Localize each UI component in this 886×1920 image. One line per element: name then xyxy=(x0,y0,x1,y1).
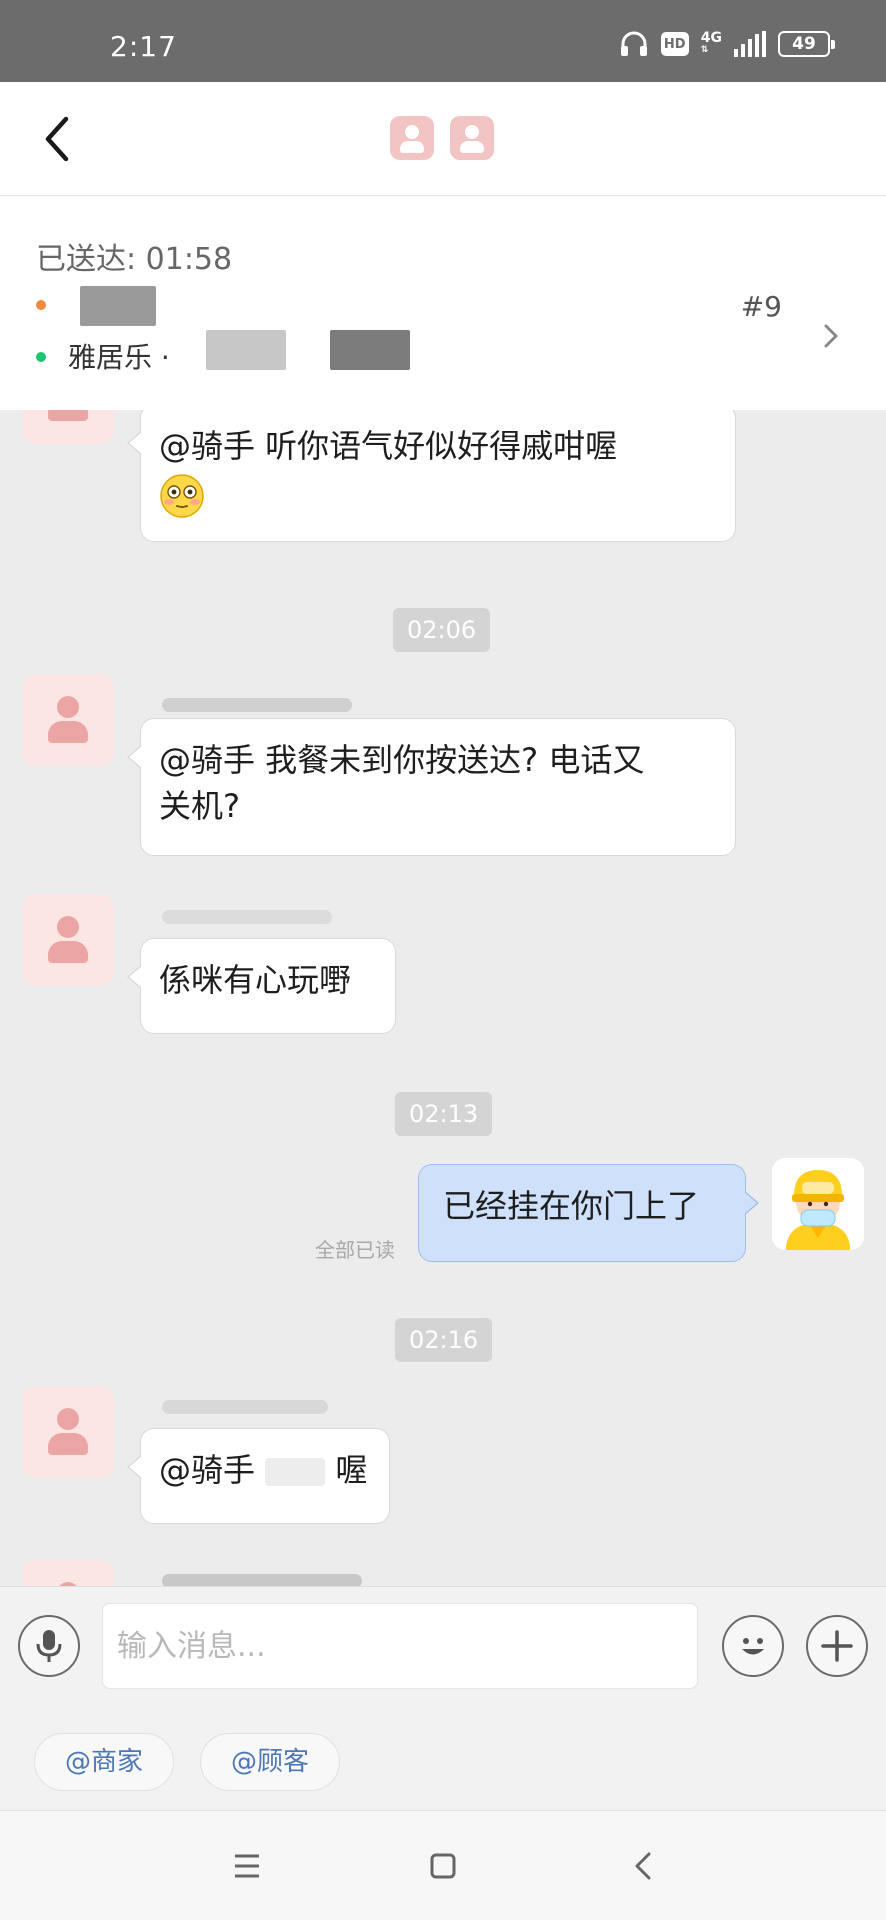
message-bubble[interactable]: @骑手 喔 xyxy=(127,1428,390,1524)
avatar[interactable] xyxy=(22,674,114,766)
input-bar: @商家 @顾客 xyxy=(0,1586,886,1810)
avatar xyxy=(390,116,434,160)
status-icons: HD 4G ⇅ 49 xyxy=(619,30,835,58)
add-button[interactable] xyxy=(806,1615,868,1677)
redacted-text xyxy=(265,1458,326,1486)
message-text: 係咪有心玩嘢 xyxy=(159,961,352,999)
sender-name xyxy=(162,1574,362,1586)
delivered-time: 已送达: 01:58 xyxy=(36,242,233,277)
customer-dot xyxy=(36,300,46,310)
timestamp: 02:16 xyxy=(395,1318,493,1362)
battery-level: 49 xyxy=(792,34,816,54)
message-bubble-self[interactable]: 已经挂在你门上了 xyxy=(418,1164,759,1262)
mention-customer-button[interactable]: @顾客 xyxy=(200,1733,341,1791)
battery-icon: 49 xyxy=(778,31,835,57)
voice-button[interactable] xyxy=(18,1615,80,1677)
smiley-icon xyxy=(742,1638,764,1655)
timestamp: 02:13 xyxy=(395,1092,493,1136)
hd-icon: HD xyxy=(660,32,689,56)
group-avatars xyxy=(390,116,494,160)
message-text: 已经挂在你门上了 xyxy=(443,1187,700,1225)
signal-icon xyxy=(734,31,766,57)
avatar[interactable] xyxy=(22,1386,114,1478)
nav-menu-button[interactable] xyxy=(222,1841,272,1891)
status-time: 2:17 xyxy=(110,30,177,63)
message-input[interactable] xyxy=(102,1603,698,1689)
nav-home-button[interactable] xyxy=(418,1841,468,1891)
order-number: #9 xyxy=(740,290,782,323)
avatar[interactable] xyxy=(22,410,114,444)
chevron-right-icon xyxy=(824,324,838,348)
redacted-customer-name xyxy=(80,286,156,326)
back-button[interactable] xyxy=(30,104,84,174)
chat-header xyxy=(0,82,886,196)
redacted-store-detail xyxy=(206,330,286,370)
message-list[interactable]: @骑手 听你语气好似好得戚咁喔 02:06 @骑手 我餐未到你按送达? 电话又 … xyxy=(0,410,886,1586)
network-type-label: 4G ⇅ xyxy=(700,30,722,55)
status-bar: 2:17 HD 4G ⇅ 49 xyxy=(0,0,886,82)
message-bubble[interactable]: 係咪有心玩嘢 xyxy=(127,938,396,1034)
store-dot xyxy=(36,352,46,362)
square-icon xyxy=(430,1853,456,1879)
headset-icon xyxy=(619,30,649,58)
read-status: 全部已读 xyxy=(315,1238,395,1262)
sender-name xyxy=(162,698,352,712)
message-text: @骑手 我餐未到你按送达? 电话又 xyxy=(159,741,645,779)
avatar xyxy=(450,116,494,160)
system-nav-bar xyxy=(0,1810,886,1920)
avatar[interactable] xyxy=(22,1560,114,1586)
message-bubble[interactable]: @骑手 我餐未到你按送达? 电话又 关机? xyxy=(127,718,736,856)
message-text: @骑手 听你语气好似好得戚咁喔 xyxy=(159,427,618,465)
avatar[interactable] xyxy=(22,894,114,986)
sender-name xyxy=(162,910,332,924)
message-text: 关机? xyxy=(159,787,240,825)
timestamp: 02:06 xyxy=(393,608,491,652)
sender-name xyxy=(162,1400,328,1414)
rider-avatar-icon xyxy=(772,1158,864,1250)
microphone-icon xyxy=(36,1630,62,1662)
flushed-face-icon xyxy=(160,474,204,518)
order-info-panel[interactable]: 已送达: 01:58 雅居乐 · #9 xyxy=(0,196,886,410)
order-detail-button[interactable] xyxy=(816,316,846,356)
mention-merchant-button[interactable]: @商家 xyxy=(34,1733,175,1791)
emoji-button[interactable] xyxy=(722,1615,784,1677)
plus-icon xyxy=(821,1630,853,1662)
rider-avatar[interactable] xyxy=(772,1158,864,1250)
menu-icon xyxy=(235,1854,259,1878)
redacted-store-detail xyxy=(330,330,410,370)
message-text: @骑手 xyxy=(159,1451,256,1489)
back-arrow-icon xyxy=(45,116,69,162)
network-type-text: 4G xyxy=(700,30,722,46)
nav-back-button[interactable] xyxy=(618,1841,668,1891)
store-name: 雅居乐 · xyxy=(68,341,170,374)
message-text: 喔 xyxy=(335,1451,368,1489)
message-bubble[interactable]: @骑手 听你语气好似好得戚咁喔 xyxy=(127,410,736,542)
back-triangle-icon xyxy=(635,1852,651,1880)
